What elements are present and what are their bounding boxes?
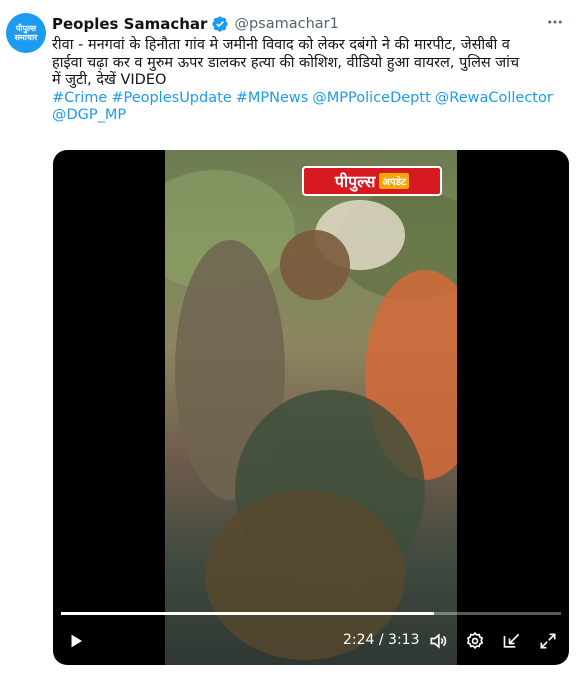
user-handle[interactable]: @psamachar1 xyxy=(234,16,338,32)
video-watermark: पीपुल्स अपडेट xyxy=(302,166,442,196)
hashtag-link[interactable]: #Crime xyxy=(52,90,107,106)
video-progress-fill xyxy=(61,612,434,615)
tweet-card[interactable]: पीपुल्स समाचार Peoples Samachar @psamach… xyxy=(0,0,581,679)
video-progress-bar[interactable] xyxy=(61,612,561,615)
video-controls: 2:24 / 3:13 xyxy=(53,628,569,658)
profile-avatar[interactable]: पीपुल्स समाचार xyxy=(6,13,46,53)
video-player[interactable]: पीपुल्स अपडेट 2:24 / 3:13 xyxy=(53,150,569,665)
tweet-text-line: हाईवा चढ़ा कर व मुरुम ऊपर डालकर हत्या की… xyxy=(52,54,520,71)
mention-link[interactable]: @MPPoliceDeptt xyxy=(312,90,430,106)
hashtag-row: @DGP_MP xyxy=(52,107,567,125)
watermark-sub-text: अपडेट xyxy=(379,173,410,189)
hashtag-link[interactable]: #PeoplesUpdate xyxy=(111,90,231,106)
verified-badge-icon xyxy=(212,16,229,32)
tweet-text: रीवा - मनगवां के हिनौता गांव मे जमीनी वि… xyxy=(52,37,567,125)
settings-icon[interactable] xyxy=(462,628,488,654)
hashtag-link[interactable]: #MPNews xyxy=(236,90,309,106)
more-dots-icon[interactable] xyxy=(543,10,567,34)
mention-link[interactable]: @RewaCollector xyxy=(435,90,553,106)
tweet-text-line: रीवा - मनगवां के हिनौता गांव मे जमीनी वि… xyxy=(52,37,510,53)
avatar-text-bottom: समाचार xyxy=(14,33,38,42)
video-frame[interactable]: पीपुल्स अपडेट xyxy=(165,150,457,665)
dock-icon[interactable] xyxy=(499,628,525,654)
tweet-header: Peoples Samachar @psamachar1 xyxy=(52,13,339,35)
fullscreen-icon[interactable] xyxy=(535,628,561,654)
display-name[interactable]: Peoples Samachar xyxy=(52,15,207,33)
play-icon[interactable] xyxy=(63,628,89,654)
tweet-text-line: में जुटी, देखें VIDEO xyxy=(52,72,167,88)
video-time: 2:24 / 3:13 xyxy=(343,632,420,648)
hashtag-row: #Crime #PeoplesUpdate #MPNews @MPPoliceDept… xyxy=(52,90,567,108)
avatar-text-top: पीपुल्स xyxy=(15,24,37,33)
watermark-main-text: पीपुल्स xyxy=(334,172,376,191)
mention-link[interactable]: @DGP_MP xyxy=(52,107,126,123)
volume-icon[interactable] xyxy=(425,628,451,654)
